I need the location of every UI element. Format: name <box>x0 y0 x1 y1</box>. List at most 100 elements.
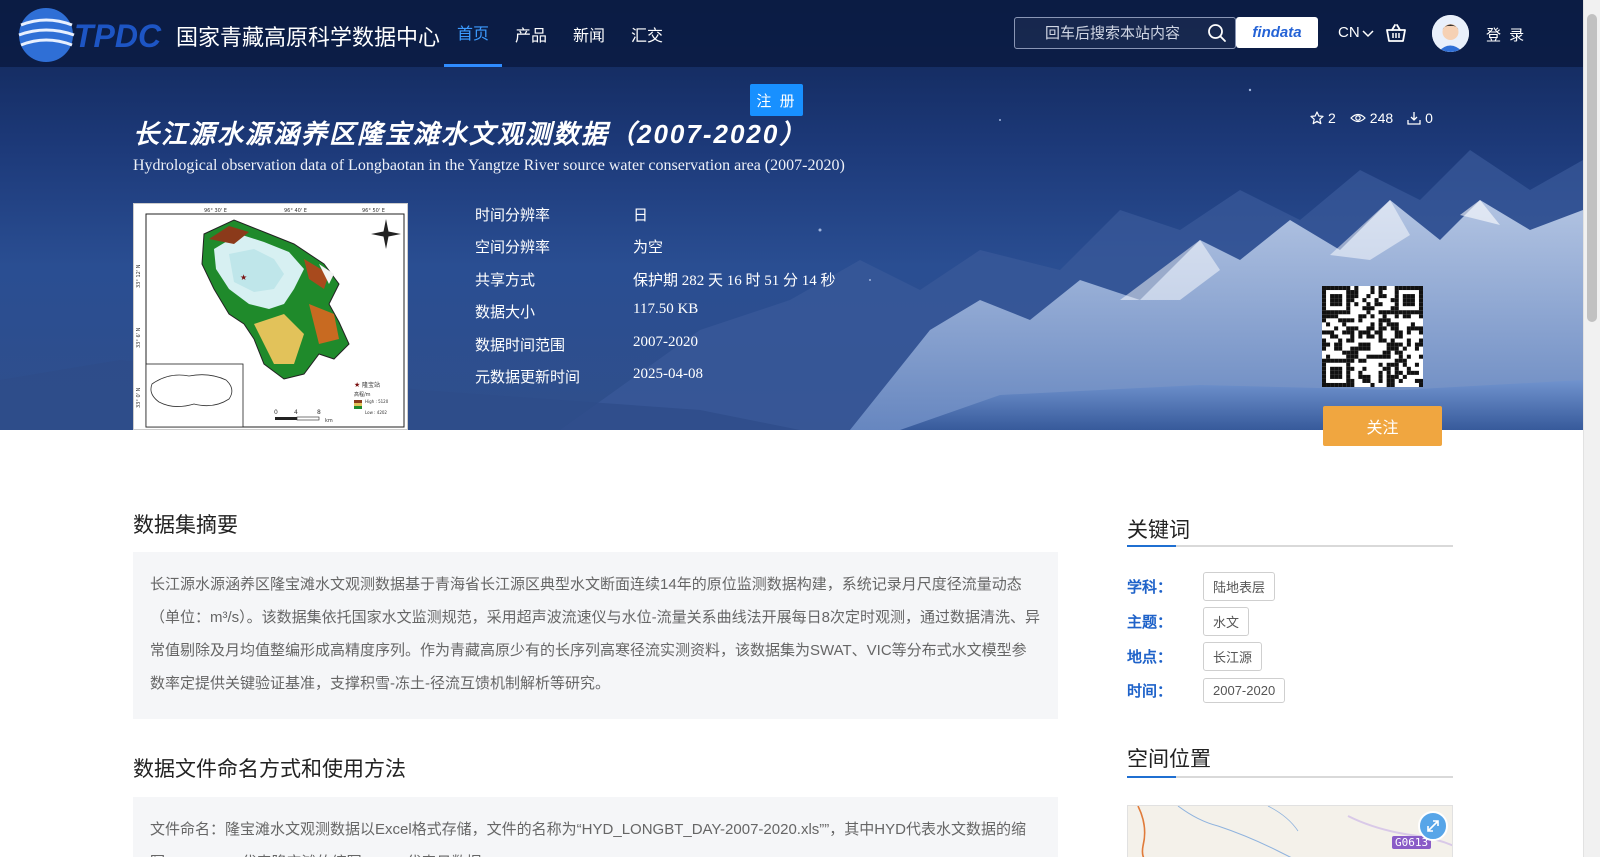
meta-value: 日 <box>633 208 649 224</box>
download-count: 0 <box>1407 110 1433 126</box>
location-map[interactable] <box>1127 805 1453 857</box>
language-switch[interactable]: CN <box>1338 24 1374 41</box>
lon-tick-label: 96° 50' E <box>362 208 385 214</box>
keyword-row-time: 时间： 2007-2020 <box>1127 678 1286 703</box>
findata-button[interactable]: findata <box>1236 17 1318 48</box>
meta-label: 数据大小 <box>475 304 536 322</box>
keyword-tag[interactable]: 陆地表层 <box>1203 572 1276 601</box>
register-button[interactable]: 注 册 <box>750 84 803 116</box>
keywords-underline <box>1127 545 1453 547</box>
shopping-basket-icon[interactable] <box>1385 22 1407 44</box>
download-icon <box>1407 112 1421 125</box>
naming-box: 文件命名：隆宝滩水文观测数据以Excel格式存储，文件的名称为“HYD_LONG… <box>133 797 1058 857</box>
site-logo[interactable]: TPDC 国家青藏高原科学数据中心 <box>16 3 440 65</box>
keyword-tag[interactable]: 水文 <box>1203 607 1250 636</box>
lang-label: CN <box>1338 24 1360 41</box>
views-value: 248 <box>1369 110 1394 126</box>
meta-label: 元数据更新时间 <box>475 368 581 386</box>
dataset-stats: 2 248 0 <box>1310 110 1433 126</box>
search-input[interactable] <box>1015 18 1205 48</box>
avatar-icon <box>1432 15 1469 52</box>
meta-value: 2025-04-08 <box>633 365 703 382</box>
downloads-value: 0 <box>1425 110 1433 126</box>
star-icon <box>1310 111 1324 125</box>
keyword-row-place: 地点： 长江源 <box>1127 642 1263 671</box>
lat-tick-label: 33° 0' N <box>136 387 142 408</box>
meta-label: 数据时间范围 <box>475 336 566 354</box>
scale-label: 8 <box>317 409 321 416</box>
login-link[interactable]: 登 录 <box>1486 24 1526 45</box>
chevron-down-icon <box>1362 29 1374 37</box>
meta-label: 时间分辨率 <box>475 207 551 224</box>
meta-label: 共享方式 <box>475 271 536 289</box>
map-expand-button[interactable] <box>1418 811 1448 841</box>
meta-row: 数据大小 117.50 KB <box>475 301 836 333</box>
meta-label: 空间分辨率 <box>475 239 551 257</box>
eye-icon <box>1349 113 1366 123</box>
logo-cn-text: 国家青藏高原科学数据中心 <box>176 25 441 50</box>
expand-icon <box>1427 820 1439 832</box>
legend-high-label: High : 5120 <box>365 399 389 404</box>
abstract-box: 长江源水源涵养区隆宝滩水文观测数据基于青海省长江源区典型水文断面连续14年的原位… <box>133 552 1058 719</box>
dataset-title-en: Hydrological observation data of Longbao… <box>133 157 845 174</box>
page-scrollbar[interactable] <box>1583 0 1600 857</box>
star-count[interactable]: 2 <box>1310 110 1336 126</box>
naming-text: 文件命名：隆宝滩水文观测数据以Excel格式存储，文件的名称为“HYD_LONG… <box>150 821 1026 857</box>
study-area-map: 96° 30' E 96° 40' E 96° 50' E 33° 12' N … <box>136 208 405 428</box>
location-heading: 空间位置 <box>1127 748 1211 771</box>
meta-row: 元数据更新时间 2025-04-08 <box>475 366 836 398</box>
qr-code <box>1322 286 1423 387</box>
dataset-metadata: 时间分辨率 日 空间分辨率 为空 共享方式 保护期 282 天 16 时 51 … <box>475 204 836 398</box>
legend-star-icon: ★ <box>354 381 360 389</box>
lat-tick-label: 33° 6' N <box>136 327 142 348</box>
meta-value: 2007-2020 <box>633 333 698 350</box>
lon-tick-label: 96° 40' E <box>284 208 307 214</box>
scale-unit-label: km <box>325 418 333 424</box>
top-navbar: TPDC 国家青藏高原科学数据中心 首页 产品 新闻 汇交 findata CN <box>0 0 1583 67</box>
findata-logo: findata <box>1252 24 1302 41</box>
user-avatar[interactable] <box>1432 15 1469 52</box>
logo-text: TPDC <box>74 18 162 54</box>
meta-row: 共享方式 保护期 282 天 16 时 51 分 14 秒 <box>475 269 836 301</box>
qr-code-icon <box>1322 286 1423 387</box>
keyword-label: 时间： <box>1127 683 1173 700</box>
keyword-label: 学科： <box>1127 579 1173 596</box>
main-nav: 首页 产品 新闻 汇交 <box>444 0 676 67</box>
stars-value: 2 <box>1328 110 1336 126</box>
location-underline <box>1127 776 1453 778</box>
scale-label: 0 <box>274 409 278 416</box>
legend-low-label: Low : 4202 <box>365 410 387 415</box>
keyword-label: 主题： <box>1127 614 1173 631</box>
station-star-icon: ★ <box>240 273 247 282</box>
nav-products[interactable]: 产品 <box>502 0 560 67</box>
meta-value: 为空 <box>633 240 664 257</box>
keyword-tag[interactable]: 长江源 <box>1203 642 1263 671</box>
keyword-label: 地点： <box>1127 649 1173 666</box>
legend-elevation-label: 高程/m <box>354 391 371 398</box>
nav-news[interactable]: 新闻 <box>560 0 618 67</box>
follow-button[interactable]: 关注 <box>1323 406 1442 446</box>
meta-value: 117.50 KB <box>633 301 699 318</box>
search-box <box>1014 17 1236 49</box>
abstract-text: 长江源水源涵养区隆宝滩水文观测数据基于青海省长江源区典型水文断面连续14年的原位… <box>150 576 1041 692</box>
keyword-tag[interactable]: 2007-2020 <box>1203 678 1286 703</box>
keywords-heading: 关键词 <box>1127 519 1190 542</box>
dataset-thumbnail[interactable]: 96° 30' E 96° 40' E 96° 50' E 33° 12' N … <box>133 203 408 430</box>
view-count: 248 <box>1349 110 1394 126</box>
keyword-row-theme: 主题： 水文 <box>1127 607 1250 636</box>
scrollbar-thumb[interactable] <box>1587 14 1597 322</box>
lon-tick-label: 96° 30' E <box>204 208 227 214</box>
search-icon[interactable] <box>1207 23 1227 43</box>
legend-station-label: 隆宝站 <box>362 381 380 389</box>
meta-value: 保护期 282 天 16 时 51 分 14 秒 <box>633 272 836 289</box>
meta-row: 时间分辨率 日 <box>475 204 836 236</box>
globe-logo-icon: TPDC <box>18 8 162 62</box>
meta-row: 空间分辨率 为空 <box>475 236 836 268</box>
lat-tick-label: 33° 12' N <box>136 264 142 288</box>
meta-row: 数据时间范围 2007-2020 <box>475 334 836 366</box>
dataset-title-cn: 长江源水源涵养区隆宝滩水文观测数据（2007-2020） <box>133 119 808 149</box>
abstract-heading: 数据集摘要 <box>133 514 238 537</box>
nav-home[interactable]: 首页 <box>444 0 503 67</box>
keyword-row-discipline: 学科： 陆地表层 <box>1127 572 1276 601</box>
nav-submit[interactable]: 汇交 <box>618 0 676 67</box>
